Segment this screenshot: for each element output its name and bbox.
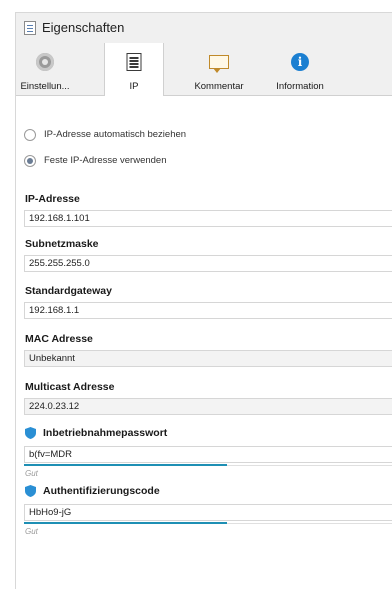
tab-label: Einstellun... <box>20 81 70 92</box>
radio-label: IP-Adresse automatisch beziehen <box>44 129 187 140</box>
gateway-input[interactable]: 192.168.1.1 <box>24 302 392 319</box>
tab-label: Information <box>276 81 324 92</box>
auth-code-strength-text: Gut <box>25 527 38 536</box>
properties-icon <box>24 21 36 35</box>
password-strength-text: Gut <box>25 469 38 478</box>
radio-button[interactable] <box>24 129 36 141</box>
password-strength-bar <box>24 464 392 466</box>
tab-settings[interactable]: Einstellun... <box>16 43 74 95</box>
properties-panel: Eigenschaften Einstellun... IP Kommentar… <box>15 12 392 589</box>
tab-information[interactable]: i Information <box>266 43 334 95</box>
panel-title: Eigenschaften <box>42 20 125 35</box>
auth-code-strength-fill <box>24 522 227 524</box>
panel-titlebar: Eigenschaften <box>16 13 392 43</box>
ip-address-label: IP-Adresse <box>25 193 80 205</box>
comment-icon <box>209 55 229 73</box>
multicast-address-value: 224.0.23.12 <box>24 398 392 415</box>
gateway-label: Standardgateway <box>25 285 112 297</box>
tab-label: IP <box>129 81 139 92</box>
shield-icon <box>25 427 36 439</box>
document-list-icon <box>126 53 142 71</box>
commissioning-password-input[interactable]: b(fv=MDR <box>24 446 392 463</box>
radio-label: Feste IP-Adresse verwenden <box>44 155 167 166</box>
mac-address-value: Unbekannt <box>24 350 392 367</box>
ip-address-input[interactable]: 192.168.1.101 <box>24 210 392 227</box>
radio-button[interactable] <box>24 155 36 167</box>
auth-code-label: Authentifizierungscode <box>43 485 160 497</box>
shield-icon <box>25 485 36 497</box>
info-icon: i <box>291 53 309 71</box>
password-strength-fill <box>24 464 227 466</box>
tab-ip[interactable]: IP <box>104 43 164 96</box>
gear-icon <box>36 53 54 71</box>
subnet-mask-input[interactable]: 255.255.255.0 <box>24 255 392 272</box>
tab-bar: Einstellun... IP Kommentar i Information <box>16 43 392 96</box>
commissioning-password-label: Inbetriebnahmepasswort <box>43 427 168 439</box>
tab-comment[interactable]: Kommentar <box>184 43 254 95</box>
multicast-address-label: Multicast Adresse <box>25 381 115 393</box>
auth-code-strength-bar <box>24 522 392 524</box>
mac-address-label: MAC Adresse <box>25 333 93 345</box>
subnet-mask-label: Subnetzmaske <box>25 238 99 250</box>
auth-code-input[interactable]: HbHo9-jG <box>24 504 392 521</box>
tab-label: Kommentar <box>194 81 244 92</box>
